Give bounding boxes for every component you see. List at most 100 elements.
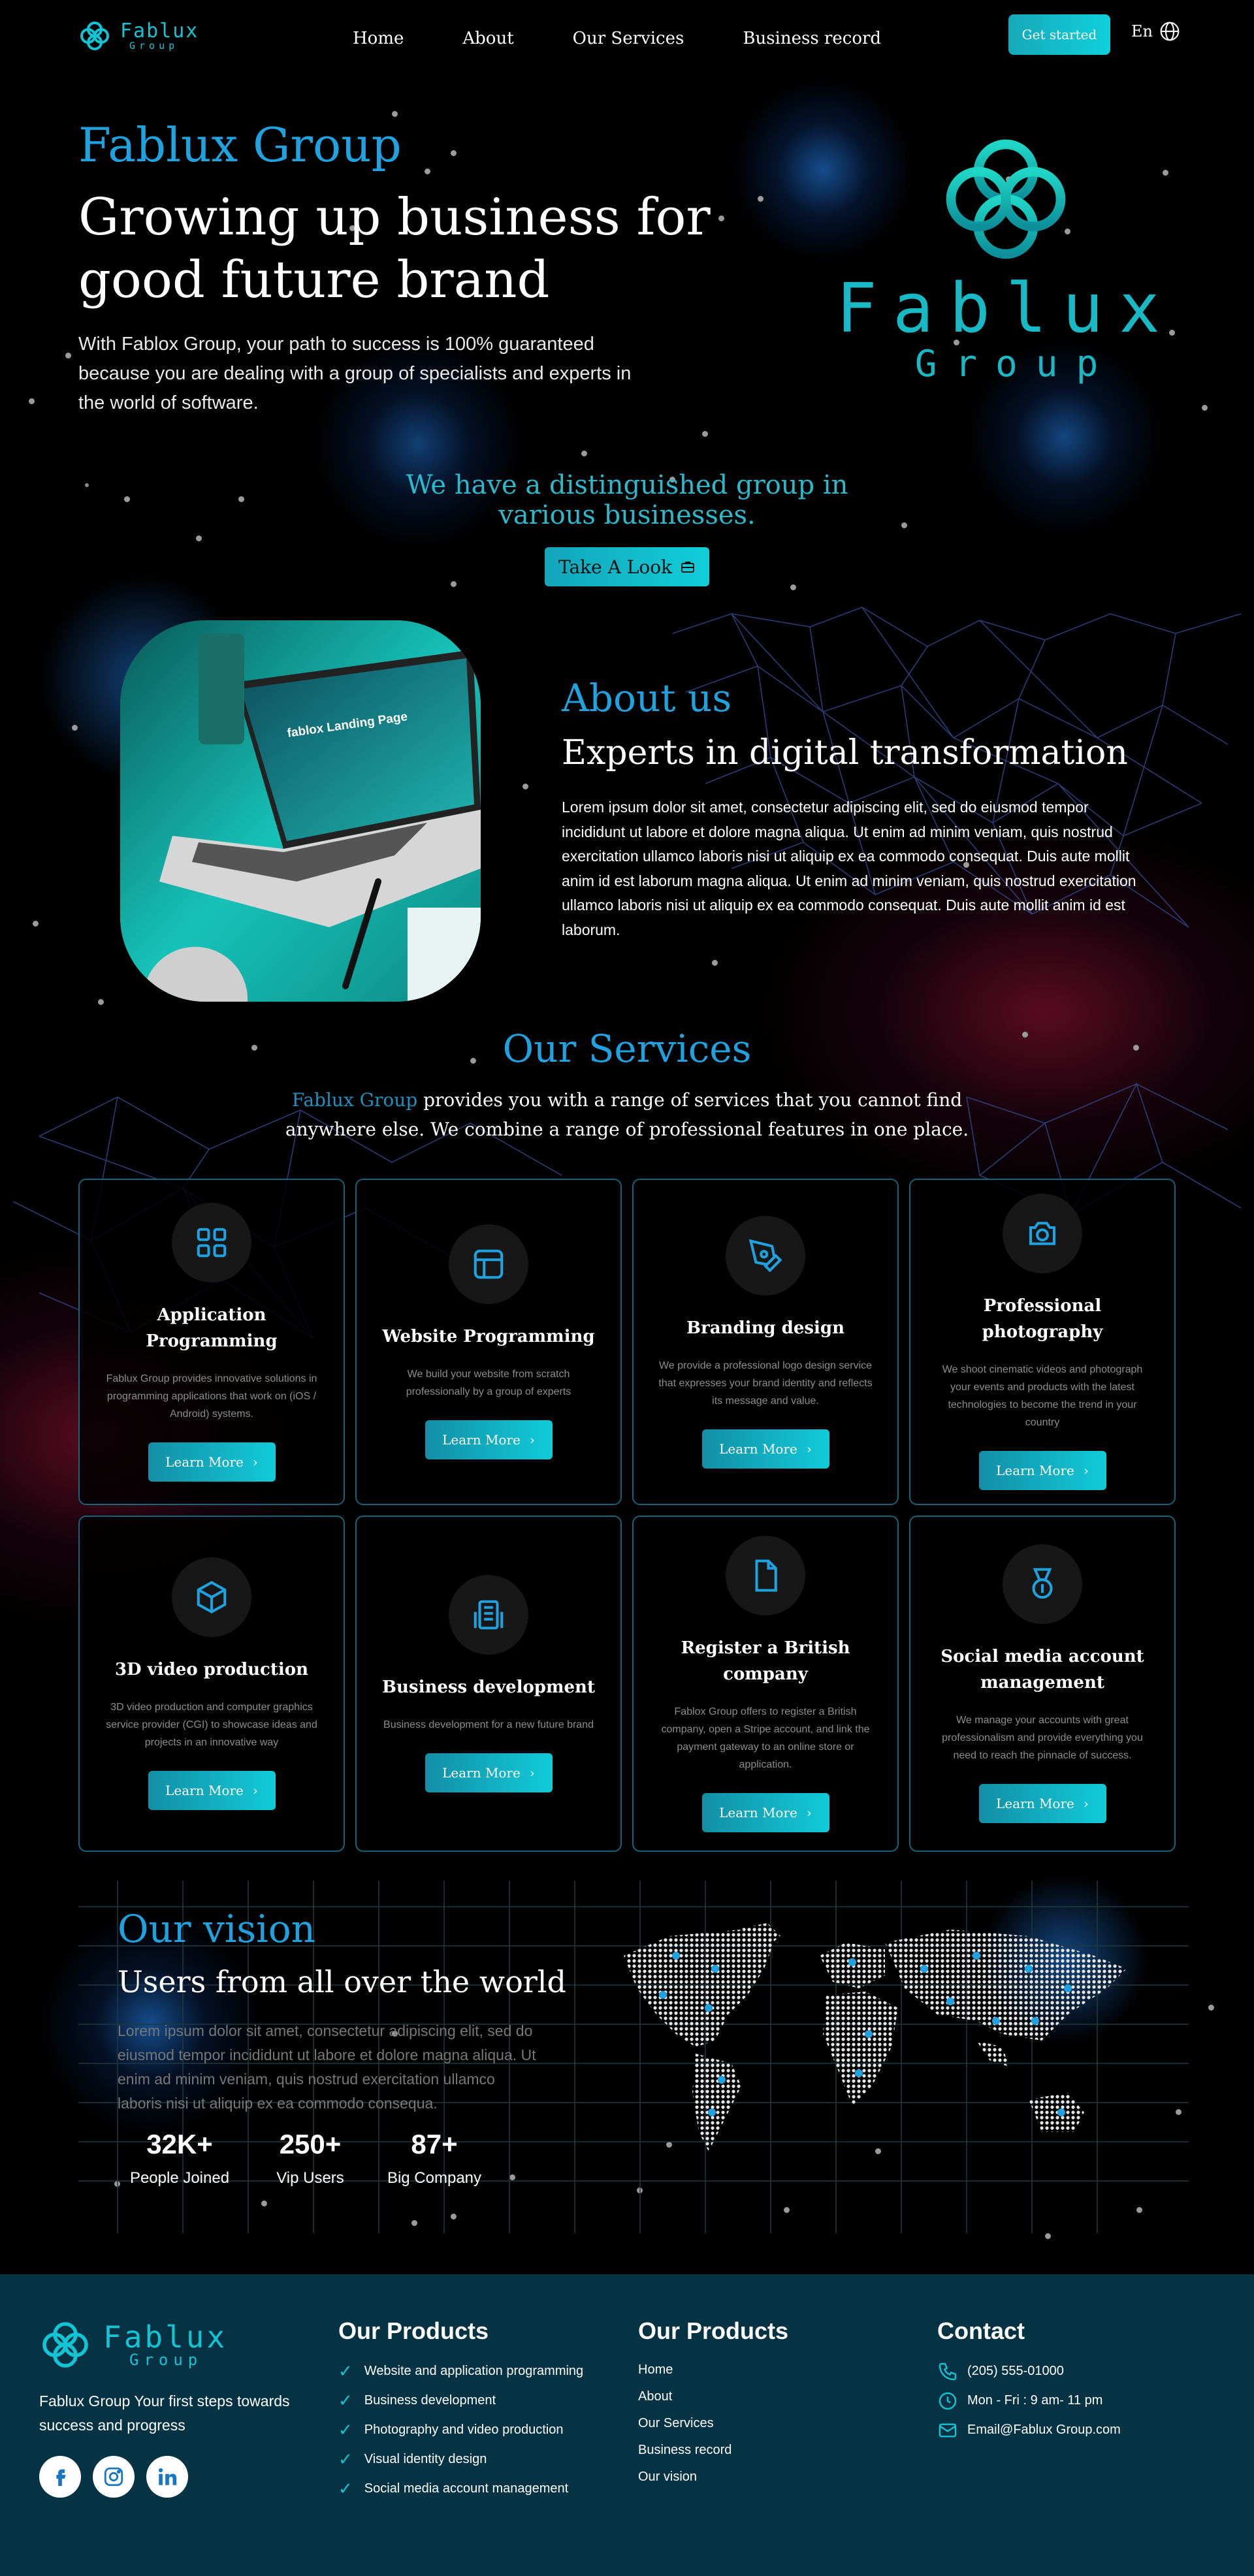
hero-logo: Fablux Group: [836, 131, 1176, 392]
service-text: 3D video production and computer graphic…: [106, 1702, 317, 1748]
top-navbar: Fablux Group Home About Our Services Bus…: [0, 0, 1254, 78]
learn-more-button[interactable]: Learn More ›: [978, 1784, 1106, 1823]
building-icon: [474, 1600, 504, 1630]
check-icon: ✓: [338, 2449, 353, 2469]
star: [196, 535, 202, 541]
instagram-icon[interactable]: [93, 2456, 135, 2498]
learn-more-label: Learn More: [165, 1454, 244, 1470]
about-image-laptop: fablox Landing Page: [120, 620, 481, 1002]
hero-logo-sub: Group: [914, 343, 1117, 385]
service-title: 3D video production: [114, 1660, 309, 1679]
star: [238, 496, 244, 502]
footer-product-item[interactable]: ✓ Social media account management: [338, 2470, 583, 2507]
learn-more-label: Learn More: [719, 1804, 797, 1821]
nav-link-services[interactable]: Our Services: [573, 29, 684, 48]
stat-number: 87+: [411, 2129, 458, 2159]
take-a-look-button[interactable]: Take A Look: [545, 547, 709, 586]
service-title: Register a British company: [681, 1638, 850, 1684]
star: [29, 398, 35, 404]
stat-people-joined: 32K+ People Joined: [124, 2129, 235, 2187]
stat-label: Vip Users: [276, 2169, 344, 2187]
service-title: Website Programming: [382, 1327, 595, 1346]
learn-more-label: Learn More: [442, 1765, 521, 1781]
footer-logo-text: Fablux Group: [103, 2322, 227, 2368]
language-selector[interactable]: En: [1131, 21, 1180, 42]
stat-number: 32K+: [146, 2129, 213, 2159]
footer-link-vision[interactable]: Our vision: [638, 2460, 788, 2494]
services-subtitle-highlight: Fablux Group: [291, 1089, 418, 1111]
vision-stats: 32K+ People Joined 250+ Vip Users 87+ Bi…: [124, 2129, 516, 2187]
footer-links-title: Our Products: [638, 2317, 789, 2344]
chevron-right-icon: ›: [252, 1454, 258, 1470]
page: Fablux Group Home About Our Services Bus…: [0, 0, 1254, 2576]
get-started-button[interactable]: Get started: [1008, 14, 1110, 55]
document-icon: [755, 1559, 777, 1592]
learn-more-button[interactable]: Learn More ›: [425, 1420, 553, 1459]
footer-products-column: Our Products ✓ Website and application pr…: [338, 2317, 583, 2507]
service-icon-wrap: [449, 1575, 528, 1655]
service-title: Social media account management: [940, 1647, 1144, 1693]
take-a-look-label: Take A Look: [558, 556, 673, 578]
star: [124, 496, 130, 502]
services-grid: Application Programming Fablux Group pro…: [78, 1179, 1176, 1852]
service-icon-wrap: [449, 1224, 528, 1304]
hero-brand: Fablux Group: [78, 118, 402, 172]
phone-icon: [939, 2362, 957, 2380]
linkedin-icon[interactable]: [146, 2456, 188, 2498]
learn-more-button[interactable]: Learn More ›: [701, 1792, 829, 1832]
star: [98, 999, 104, 1005]
star: [712, 960, 718, 966]
chevron-right-icon: ›: [806, 1440, 812, 1457]
nav-links: Home About Our Services Business record: [353, 29, 881, 48]
learn-more-button[interactable]: Learn More ›: [425, 1753, 553, 1792]
star: [451, 581, 457, 587]
vision-text: Lorem ipsum dolor sit amet, consectetur …: [118, 2022, 536, 2112]
star: [718, 215, 724, 221]
globe-icon: [1160, 22, 1180, 41]
learn-more-button[interactable]: Learn More ›: [148, 1442, 276, 1482]
learn-more-button[interactable]: Learn More ›: [978, 1451, 1106, 1490]
stat-big-company: 87+ Big Company: [385, 2129, 483, 2187]
service-icon-wrap: [726, 1535, 805, 1615]
footer-links-column: Our Products Home About Our Services Bus…: [638, 2317, 788, 2494]
footer-contact-column: Contact (205) 555-01000 Mon - Fri : 9 am…: [937, 2317, 1121, 2449]
star: [702, 431, 708, 437]
pen-tool-icon: [748, 1239, 782, 1272]
star: [522, 784, 528, 789]
stat-vip-users: 250+ Vip Users: [268, 2129, 353, 2187]
social-links: [39, 2456, 188, 2498]
learn-more-label: Learn More: [996, 1463, 1074, 1478]
service-card: Professional photography We shoot cinema…: [909, 1179, 1176, 1505]
briefcase-icon: [681, 562, 695, 573]
star: [451, 150, 457, 156]
check-icon: ✓: [338, 2420, 353, 2440]
service-title: Business development: [382, 1678, 595, 1697]
learn-more-button[interactable]: Learn More ›: [701, 1429, 829, 1469]
star: [1045, 2233, 1051, 2239]
nav-link-about[interactable]: About: [462, 29, 513, 48]
chevron-right-icon: ›: [529, 1765, 535, 1781]
learn-more-button[interactable]: Learn More ›: [148, 1771, 276, 1810]
star: [33, 921, 39, 927]
chevron-right-icon: ›: [252, 1783, 258, 1798]
medal-icon: [1032, 1568, 1053, 1599]
footer-logo[interactable]: Fablux Group: [39, 2319, 227, 2371]
grid-icon: [197, 1228, 227, 1257]
service-title: Professional photography: [982, 1296, 1103, 1342]
service-icon-wrap: [1003, 1194, 1082, 1273]
service-text: We build your website from scratch profe…: [406, 1369, 571, 1397]
nav-link-business-record[interactable]: Business record: [743, 29, 881, 48]
vision-title: Users from all over the world: [118, 1964, 566, 1999]
fablux-rings-icon: [946, 139, 1066, 259]
chevron-right-icon: ›: [1083, 1463, 1089, 1478]
mail-icon: [939, 2423, 957, 2438]
star: [72, 725, 78, 731]
service-text: Fablux Group provides innovative solutio…: [106, 1373, 317, 1420]
facebook-icon[interactable]: [39, 2456, 81, 2498]
laptop-illustration: [120, 620, 481, 1002]
service-text: Fablox Group offers to register a Britis…: [661, 1706, 870, 1770]
contact-email[interactable]: Email@Fablux Group.com: [937, 2411, 1121, 2449]
nav-logo[interactable]: Fablux Group: [78, 20, 199, 52]
service-icon-wrap: [1003, 1544, 1082, 1624]
nav-link-home[interactable]: Home: [353, 29, 404, 48]
